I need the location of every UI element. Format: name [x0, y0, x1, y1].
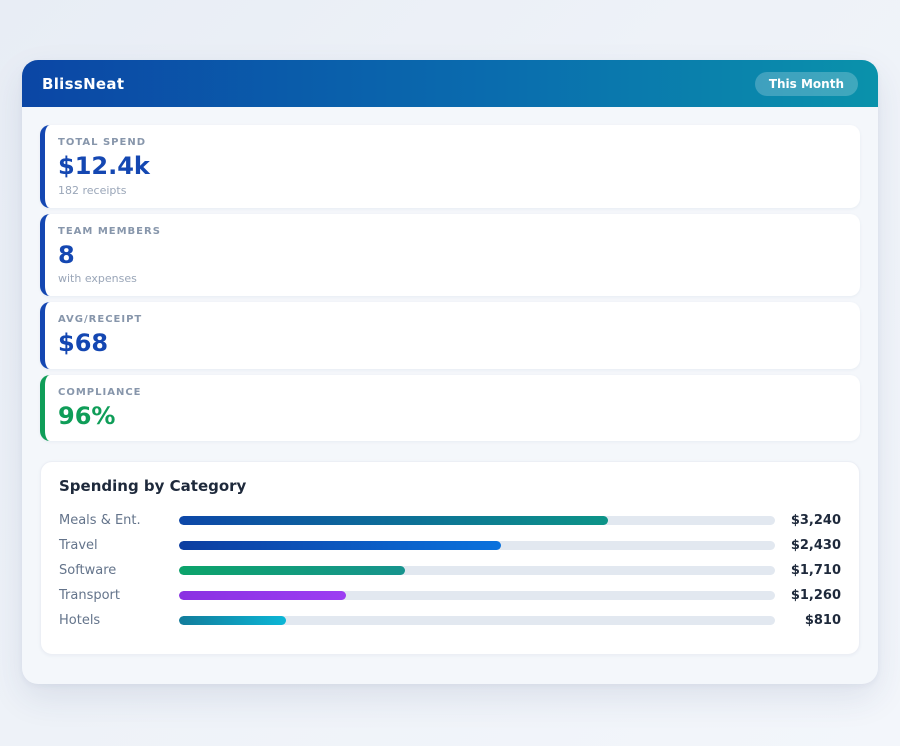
bar-track — [179, 516, 775, 525]
category-label: Transport — [59, 588, 179, 603]
spending-by-category-card: Spending by Category Meals & Ent. $3,240… — [40, 461, 860, 655]
category-label: Software — [59, 563, 179, 578]
main-content: TOTAL SPEND $12.4k 182 receipts TEAM MEM… — [22, 107, 878, 673]
category-label: Meals & Ent. — [59, 513, 179, 528]
app-header: BlissNeat This Month — [22, 60, 878, 107]
stat-card-team-members: TEAM MEMBERS 8 with expenses — [40, 214, 860, 297]
stat-label: COMPLIANCE — [58, 387, 842, 398]
bar-fill-transport — [179, 591, 346, 600]
chart-title: Spending by Category — [59, 477, 841, 495]
chart-row-transport: Transport $1,260 — [59, 583, 841, 608]
app-window: BlissNeat This Month TOTAL SPEND $12.4k … — [22, 60, 878, 684]
stat-value: $12.4k — [58, 153, 842, 181]
app-title: BlissNeat — [42, 75, 124, 93]
stat-label: AVG/RECEIPT — [58, 314, 842, 325]
category-value: $1,710 — [775, 563, 841, 578]
bar-fill-travel — [179, 541, 501, 550]
stat-subtext: with expenses — [58, 272, 842, 285]
stat-value: $68 — [58, 330, 842, 358]
stat-value: 8 — [58, 242, 842, 270]
stat-card-avg-receipt: AVG/RECEIPT $68 — [40, 302, 860, 369]
stat-label: TEAM MEMBERS — [58, 226, 842, 237]
bar-fill-hotels — [179, 616, 286, 625]
bar-fill-software — [179, 566, 405, 575]
bar-track — [179, 591, 775, 600]
period-filter-badge[interactable]: This Month — [755, 72, 858, 96]
stat-value: 96% — [58, 403, 842, 431]
category-value: $3,240 — [775, 513, 841, 528]
stat-subtext: 182 receipts — [58, 184, 842, 197]
bar-track — [179, 616, 775, 625]
category-label: Hotels — [59, 613, 179, 628]
chart-row-software: Software $1,710 — [59, 558, 841, 583]
bar-track — [179, 566, 775, 575]
category-label: Travel — [59, 538, 179, 553]
chart-row-hotels: Hotels $810 — [59, 608, 841, 633]
category-value: $1,260 — [775, 588, 841, 603]
stat-label: TOTAL SPEND — [58, 137, 842, 148]
category-value: $810 — [775, 613, 841, 628]
stat-card-total-spend: TOTAL SPEND $12.4k 182 receipts — [40, 125, 860, 208]
chart-row-travel: Travel $2,430 — [59, 533, 841, 558]
bar-fill-meals — [179, 516, 608, 525]
stat-card-compliance: COMPLIANCE 96% — [40, 375, 860, 442]
category-value: $2,430 — [775, 538, 841, 553]
bar-track — [179, 541, 775, 550]
chart-row-meals: Meals & Ent. $3,240 — [59, 508, 841, 533]
